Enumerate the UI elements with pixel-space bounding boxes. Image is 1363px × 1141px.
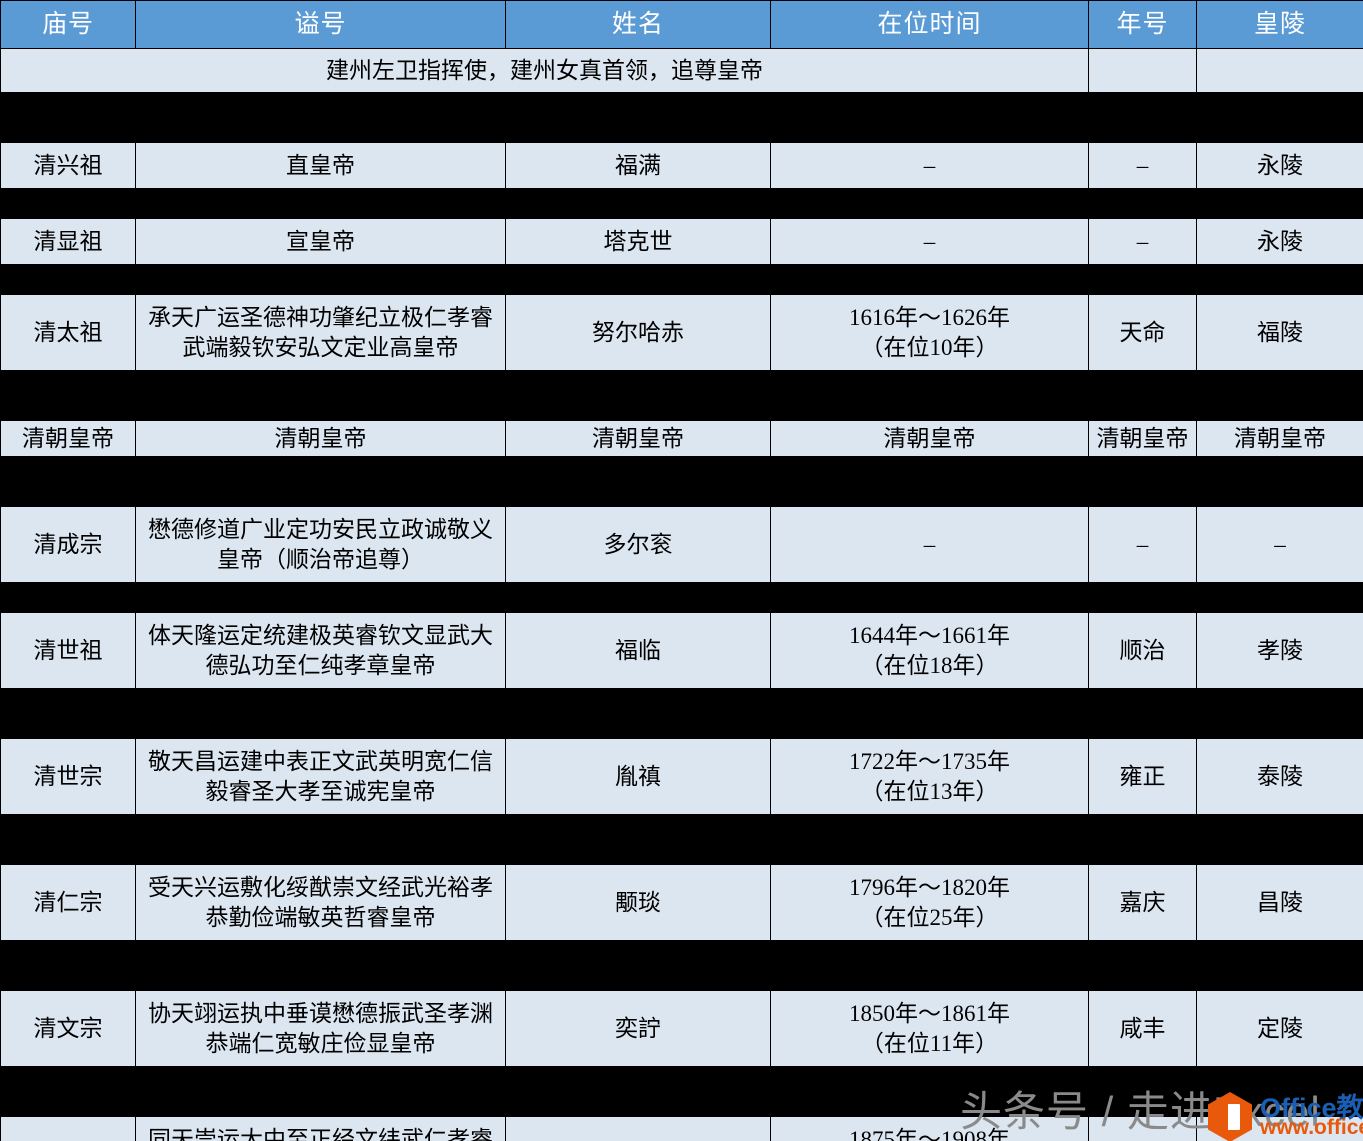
cell-section-label[interactable]: 清朝皇帝	[770, 420, 1089, 457]
note-tomb-cell[interactable]	[1196, 48, 1363, 93]
cell-section-label[interactable]: 清朝皇帝	[505, 420, 771, 457]
cell-reign-period[interactable]: 1850年～1861年 （在位11年）	[770, 990, 1089, 1067]
cell-tomb[interactable]: 崇陵	[1196, 1116, 1363, 1141]
cell-temple-name[interactable]: 清文宗	[0, 990, 136, 1067]
cell-era-name[interactable]: 天命	[1088, 294, 1197, 371]
cell-temple-name[interactable]: 清太祖	[0, 294, 136, 371]
column-header-tomb[interactable]: 皇陵	[1196, 0, 1363, 49]
column-header-reign-period[interactable]: 在位时间	[770, 0, 1089, 49]
cell-posthumous-name[interactable]: 同天崇运大中至正经文纬武仁孝睿智端俭宽勤景皇帝	[135, 1116, 506, 1141]
table-header-row: 庙号 谥号 姓名 在位时间 年号 皇陵	[0, 0, 1363, 49]
cell-temple-name[interactable]: 清兴祖	[0, 142, 136, 189]
cell-given-name[interactable]: 颙琰	[505, 864, 771, 941]
table-row: 清兴祖 直皇帝 福满 – – 永陵	[0, 142, 1363, 189]
table-row: 清成宗 懋德修道广业定功安民立政诚敬义皇帝（顺治帝追尊） 多尔衮 – – –	[0, 506, 1363, 583]
cell-given-name[interactable]: 塔克世	[505, 218, 771, 265]
cell-tomb[interactable]: 永陵	[1196, 142, 1363, 189]
cell-tomb[interactable]: 永陵	[1196, 218, 1363, 265]
note-era-cell[interactable]	[1088, 48, 1197, 93]
row-gap	[0, 940, 1363, 991]
cell-reign-period[interactable]: –	[770, 142, 1089, 189]
cell-section-label[interactable]: 清朝皇帝	[0, 420, 136, 457]
cell-posthumous-name[interactable]: 协天翊运执中垂谟懋德振武圣孝渊恭端仁宽敏庄俭显皇帝	[135, 990, 506, 1067]
table-row: 清显祖 宣皇帝 塔克世 – – 永陵	[0, 218, 1363, 265]
cell-temple-name[interactable]: 清仁宗	[0, 864, 136, 941]
note-row: 建州左卫指挥使，建州女真首领，追尊皇帝	[0, 48, 1363, 93]
cell-reign-period[interactable]: 1875年～1908年（在位34年）	[770, 1116, 1089, 1141]
cell-temple-name[interactable]: 清成宗	[0, 506, 136, 583]
cell-tomb[interactable]: –	[1196, 506, 1363, 583]
cell-reign-period[interactable]: 1616年～1626年 （在位10年）	[770, 294, 1089, 371]
cell-posthumous-name[interactable]: 宣皇帝	[135, 218, 506, 265]
cell-temple-name[interactable]: 清德宗	[0, 1116, 136, 1141]
cell-era-name[interactable]: 顺治	[1088, 612, 1197, 689]
cell-given-name[interactable]: 奕詝	[505, 990, 771, 1067]
row-gap	[0, 456, 1363, 507]
cell-tomb[interactable]: 昌陵	[1196, 864, 1363, 941]
cell-era-name[interactable]: 光绪	[1088, 1116, 1197, 1141]
cell-posthumous-name[interactable]: 受天兴运敷化绥猷崇文经武光裕孝恭勤俭端敏英哲睿皇帝	[135, 864, 506, 941]
row-gap	[0, 582, 1363, 613]
cell-era-name[interactable]: 咸丰	[1088, 990, 1197, 1067]
column-header-era-name[interactable]: 年号	[1088, 0, 1197, 49]
cell-posthumous-name[interactable]: 承天广运圣德神功肇纪立极仁孝睿武端毅钦安弘文定业高皇帝	[135, 294, 506, 371]
cell-era-name[interactable]: 嘉庆	[1088, 864, 1197, 941]
cell-given-name[interactable]: 福满	[505, 142, 771, 189]
row-gap	[0, 370, 1363, 421]
row-gap	[0, 1066, 1363, 1117]
cell-reign-period[interactable]: –	[770, 218, 1089, 265]
row-gap	[0, 264, 1363, 295]
cell-era-name[interactable]: –	[1088, 218, 1197, 265]
column-header-posthumous-name[interactable]: 谥号	[135, 0, 506, 49]
cell-temple-name[interactable]: 清世宗	[0, 738, 136, 815]
table-row: 清仁宗 受天兴运敷化绥猷崇文经武光裕孝恭勤俭端敏英哲睿皇帝 颙琰 1796年～1…	[0, 864, 1363, 941]
row-gap	[0, 814, 1363, 865]
cell-reign-period[interactable]: 1722年～1735年 （在位13年）	[770, 738, 1089, 815]
cell-era-name[interactable]: –	[1088, 506, 1197, 583]
cell-section-label[interactable]: 清朝皇帝	[1196, 420, 1363, 457]
cell-given-name[interactable]: 载湉	[505, 1116, 771, 1141]
cell-era-name[interactable]: –	[1088, 142, 1197, 189]
column-header-given-name[interactable]: 姓名	[505, 0, 771, 49]
cell-temple-name[interactable]: 清显祖	[0, 218, 136, 265]
column-header-temple-name[interactable]: 庙号	[0, 0, 136, 49]
row-gap	[0, 688, 1363, 739]
cell-posthumous-name[interactable]: 懋德修道广业定功安民立政诚敬义皇帝（顺治帝追尊）	[135, 506, 506, 583]
spreadsheet-canvas: 庙号 谥号 姓名 在位时间 年号 皇陵 建州左卫指挥使，建州女真首领，追尊皇帝 …	[0, 0, 1363, 1141]
cell-posthumous-name[interactable]: 体天隆运定统建极英睿钦文显武大德弘功至仁纯孝章皇帝	[135, 612, 506, 689]
cell-temple-name[interactable]: 清世祖	[0, 612, 136, 689]
cell-tomb[interactable]: 定陵	[1196, 990, 1363, 1067]
cell-given-name[interactable]: 胤禛	[505, 738, 771, 815]
table-row: 清世祖 体天隆运定统建极英睿钦文显武大德弘功至仁纯孝章皇帝 福临 1644年～1…	[0, 612, 1363, 689]
cell-era-name[interactable]: 雍正	[1088, 738, 1197, 815]
cell-given-name[interactable]: 多尔衮	[505, 506, 771, 583]
cell-reign-period[interactable]: 1644年～1661年 （在位18年）	[770, 612, 1089, 689]
cell-section-label[interactable]: 清朝皇帝	[1088, 420, 1197, 457]
emperor-table: 庙号 谥号 姓名 在位时间 年号 皇陵 建州左卫指挥使，建州女真首领，追尊皇帝 …	[0, 0, 1363, 1141]
table-row: 清德宗 同天崇运大中至正经文纬武仁孝睿智端俭宽勤景皇帝 载湉 1875年～190…	[0, 1116, 1363, 1141]
row-gap	[0, 188, 1363, 219]
cell-tomb[interactable]: 福陵	[1196, 294, 1363, 371]
cell-reign-period[interactable]: 1796年～1820年 （在位25年）	[770, 864, 1089, 941]
cell-tomb[interactable]: 泰陵	[1196, 738, 1363, 815]
cell-tomb[interactable]: 孝陵	[1196, 612, 1363, 689]
cell-given-name[interactable]: 努尔哈赤	[505, 294, 771, 371]
cell-section-label[interactable]: 清朝皇帝	[135, 420, 506, 457]
cell-reign-period[interactable]: –	[770, 506, 1089, 583]
row-gap	[0, 92, 1363, 143]
cell-given-name[interactable]: 福临	[505, 612, 771, 689]
table-row: 清世宗 敬天昌运建中表正文武英明宽仁信毅睿圣大孝至诚宪皇帝 胤禛 1722年～1…	[0, 738, 1363, 815]
table-row: 清太祖 承天广运圣德神功肇纪立极仁孝睿武端毅钦安弘文定业高皇帝 努尔哈赤 161…	[0, 294, 1363, 371]
note-cell[interactable]: 建州左卫指挥使，建州女真首领，追尊皇帝	[0, 48, 1089, 93]
cell-posthumous-name[interactable]: 直皇帝	[135, 142, 506, 189]
section-separator-row: 清朝皇帝 清朝皇帝 清朝皇帝 清朝皇帝 清朝皇帝 清朝皇帝	[0, 420, 1363, 457]
cell-posthumous-name[interactable]: 敬天昌运建中表正文武英明宽仁信毅睿圣大孝至诚宪皇帝	[135, 738, 506, 815]
table-row: 清文宗 协天翊运执中垂谟懋德振武圣孝渊恭端仁宽敏庄俭显皇帝 奕詝 1850年～1…	[0, 990, 1363, 1067]
